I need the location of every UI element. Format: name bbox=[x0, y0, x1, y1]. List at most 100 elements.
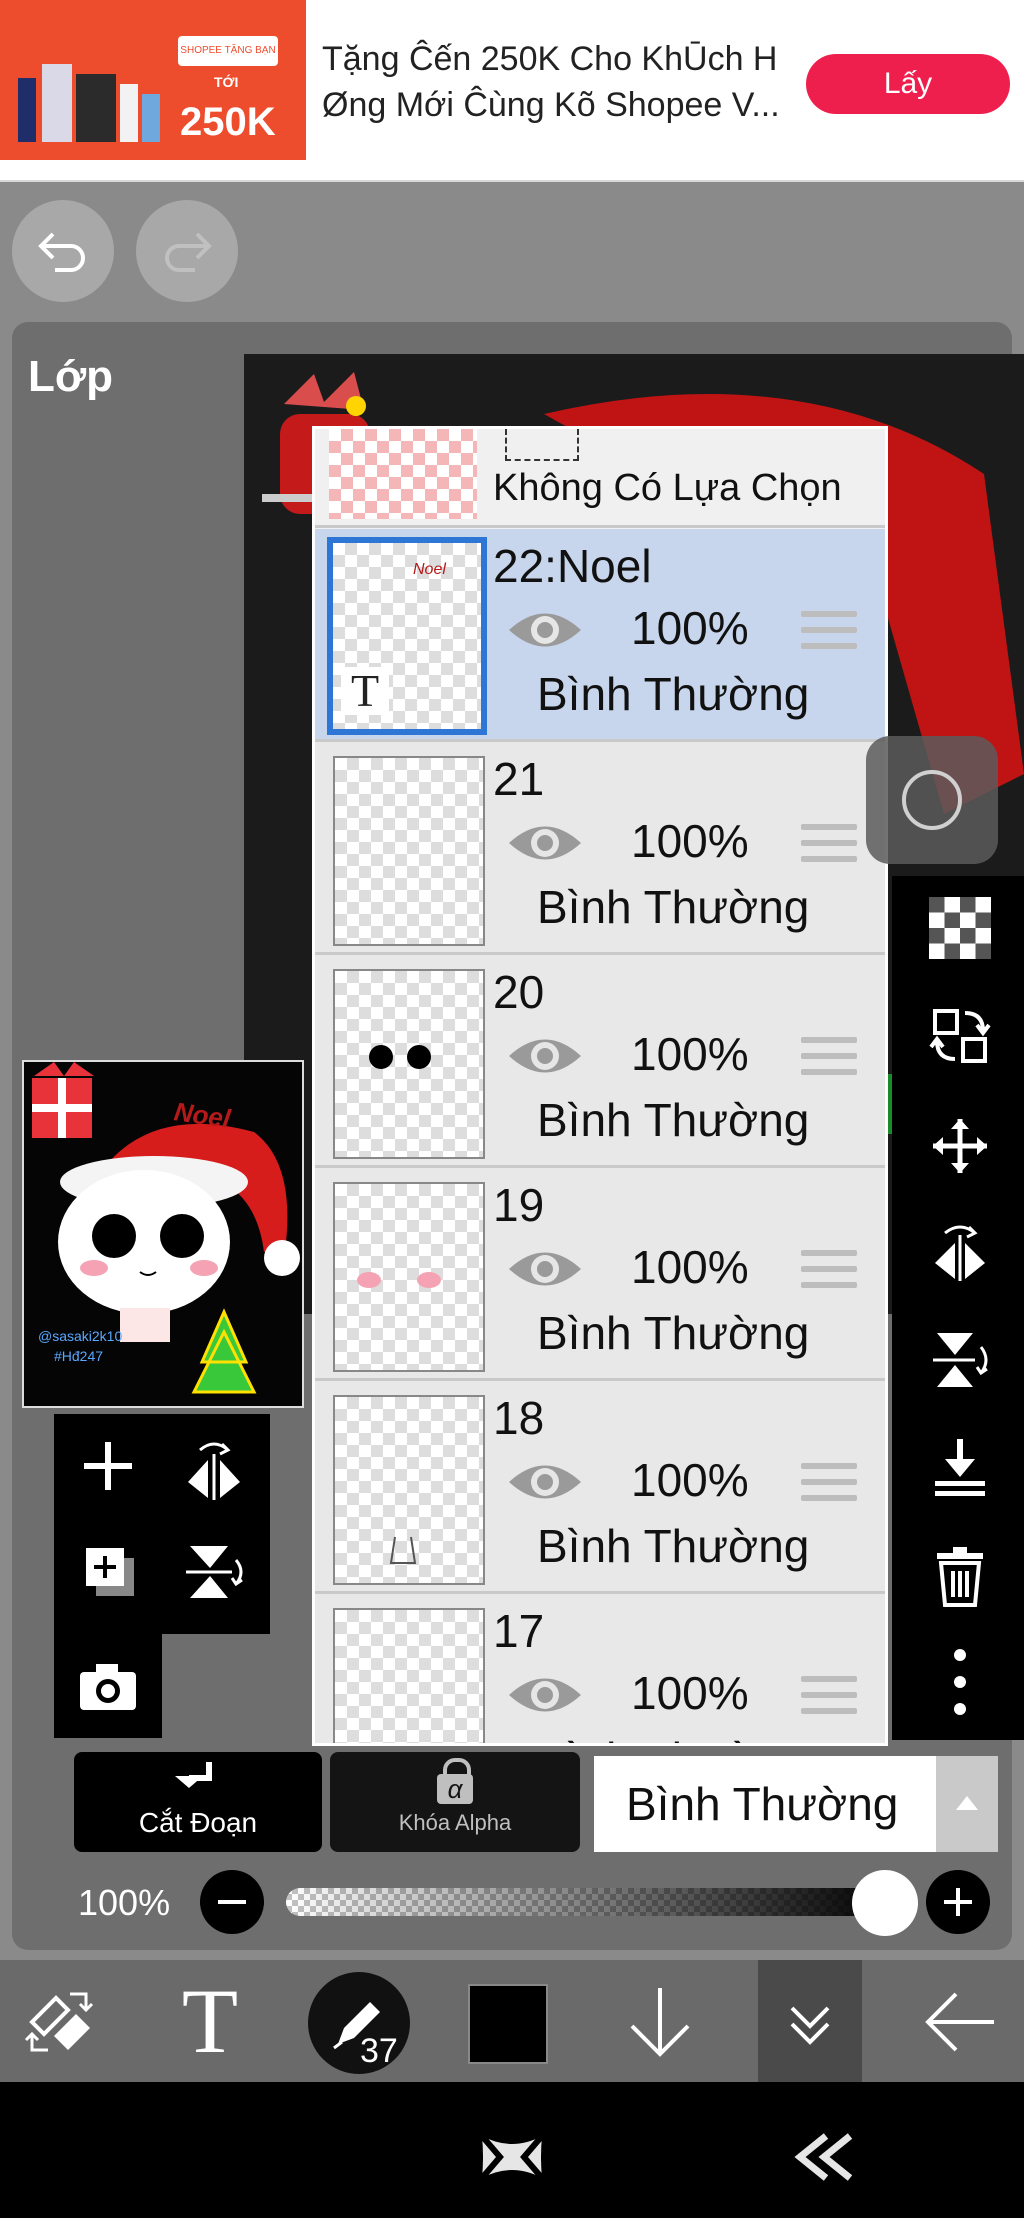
layer-item-21[interactable]: 21 100% Bình Thường bbox=[315, 742, 885, 955]
brush-tool-button[interactable]: 37 bbox=[308, 1972, 410, 2074]
nav-home-button[interactable] bbox=[470, 2122, 554, 2192]
redo-button[interactable] bbox=[136, 200, 238, 302]
preview-credit-1: @sasaki2k10 bbox=[38, 1328, 123, 1344]
floating-tool-button[interactable] bbox=[866, 736, 998, 864]
layers-list[interactable]: Không Có Lựa Chọn Noel T 22:Noel 100% Bì… bbox=[312, 426, 888, 1746]
layer-blend-mode: Bình Thường bbox=[537, 668, 810, 720]
color-swatch-button[interactable] bbox=[468, 1984, 548, 2064]
camera-button[interactable] bbox=[68, 1646, 148, 1726]
visibility-eye-icon[interactable] bbox=[505, 1244, 585, 1294]
nav-back-button[interactable] bbox=[782, 2122, 866, 2192]
layer-thumbnail bbox=[333, 756, 485, 946]
flip-layer-horizontal-button[interactable] bbox=[174, 1426, 254, 1506]
canvas-preview[interactable]: Noel @sasaki2k10 #Hđ247 bbox=[22, 1060, 304, 1408]
alpha-lock-button[interactable]: α Khóa Alpha bbox=[330, 1752, 580, 1852]
transparent-fill-button[interactable] bbox=[914, 888, 1006, 968]
layer-item-18[interactable]: 18 100% Bình Thường bbox=[315, 1381, 885, 1594]
more-vertical-icon bbox=[954, 1649, 966, 1715]
checkerboard-icon bbox=[929, 897, 991, 959]
add-layer-button[interactable] bbox=[68, 1426, 148, 1506]
ad-products-illustration bbox=[14, 54, 164, 146]
alpha-lock-icon: α bbox=[435, 1758, 475, 1806]
layer-down-button[interactable] bbox=[620, 1980, 700, 2064]
merge-down-button[interactable] bbox=[914, 1428, 1006, 1508]
layer-item-22[interactable]: Noel T 22:Noel 100% Bình Thường bbox=[315, 529, 885, 742]
arrow-down-icon bbox=[630, 1988, 690, 2057]
selection-thumbnail bbox=[329, 429, 477, 519]
layer-thumbnail bbox=[333, 1182, 485, 1372]
ad-amount: 250K bbox=[180, 100, 276, 144]
drag-handle-icon[interactable] bbox=[801, 1250, 857, 1296]
clipping-label: Cắt Đoạn bbox=[138, 1807, 258, 1838]
layer-thumbnail: Noel T bbox=[327, 537, 487, 735]
layer-name: 21 bbox=[493, 753, 545, 805]
visibility-eye-icon[interactable] bbox=[505, 1031, 585, 1081]
clipping-button[interactable]: Cắt Đoạn bbox=[74, 1752, 322, 1852]
layer-opacity: 100% bbox=[631, 1028, 749, 1080]
ad-image[interactable]: SHOPEE TẶNG BẠN MỚI TỚI 250K bbox=[0, 0, 306, 160]
layer-thumbnail bbox=[333, 1395, 485, 1585]
duplicate-layer-button[interactable] bbox=[68, 1532, 148, 1612]
visibility-eye-icon[interactable] bbox=[505, 1457, 585, 1507]
opacity-slider-handle[interactable] bbox=[852, 1870, 918, 1936]
swap-layer-button[interactable] bbox=[914, 996, 1006, 1076]
layer-thumbnail bbox=[333, 969, 485, 1159]
selection-layer[interactable]: Không Có Lựa Chọn bbox=[315, 429, 885, 528]
undo-button[interactable] bbox=[12, 200, 114, 302]
transform-tool-button[interactable] bbox=[18, 1980, 102, 2064]
more-options-button[interactable] bbox=[914, 1642, 1006, 1722]
plus-icon bbox=[84, 1442, 132, 1490]
layer-blend-mode: Bình Thường bbox=[537, 1520, 810, 1572]
visibility-eye-icon[interactable] bbox=[505, 605, 585, 655]
drag-handle-icon[interactable] bbox=[801, 1676, 857, 1722]
ad-get-button[interactable]: Lấy bbox=[806, 54, 1010, 114]
layer-opacity: 100% bbox=[631, 1241, 749, 1293]
flip-horizontal-button[interactable] bbox=[914, 1212, 1006, 1292]
ad-brand: SHOPEE TẶNG BẠN MỚI bbox=[178, 36, 278, 86]
layer-blend-mode: Bình Thường bbox=[537, 1094, 810, 1146]
blend-mode-dropdown-button[interactable] bbox=[936, 1756, 998, 1852]
layer-opacity: 100% bbox=[631, 1454, 749, 1506]
text-tool-button[interactable]: T bbox=[168, 1974, 252, 2068]
opacity-slider[interactable] bbox=[286, 1888, 892, 1916]
layer-item-19[interactable]: 19 100% Bình Thường bbox=[315, 1168, 885, 1381]
drag-handle-icon[interactable] bbox=[801, 611, 857, 657]
layer-name: 22:Noel bbox=[493, 540, 652, 592]
visibility-eye-icon[interactable] bbox=[505, 818, 585, 868]
body-thumbnail-art bbox=[389, 1536, 417, 1564]
drag-handle-icon[interactable] bbox=[801, 1463, 857, 1509]
layer-item-17[interactable]: 17 100% Bình Thường bbox=[315, 1594, 885, 1743]
drag-handle-icon[interactable] bbox=[801, 1037, 857, 1083]
blush-thumbnail-art bbox=[357, 1272, 441, 1288]
blend-mode-select[interactable]: Bình Thường bbox=[594, 1756, 936, 1852]
double-chevron-down-icon bbox=[790, 2006, 830, 2045]
flip-vertical-button[interactable] bbox=[914, 1320, 1006, 1400]
opacity-decrease-button[interactable] bbox=[200, 1870, 264, 1934]
opacity-value: 100% bbox=[78, 1882, 171, 1923]
undo-icon bbox=[38, 232, 85, 272]
move-button[interactable] bbox=[914, 1106, 1006, 1186]
flip-vertical-icon bbox=[186, 1546, 243, 1598]
caret-up-icon bbox=[956, 1796, 978, 1810]
layer-name: 18 bbox=[493, 1392, 545, 1444]
visibility-eye-icon[interactable] bbox=[505, 1670, 585, 1720]
arrow-left-icon bbox=[925, 1992, 994, 2052]
swap-icon bbox=[929, 1009, 991, 1063]
ad-text[interactable]: Tặng Ĉến 250K Cho KhŪch H Øng Mới Ĉùng K… bbox=[322, 36, 792, 128]
brush-size: 37 bbox=[360, 2032, 398, 2070]
add-copy-icon bbox=[86, 1548, 134, 1596]
layer-blend-mode: Bình Thường bbox=[537, 1732, 809, 1743]
back-button[interactable] bbox=[918, 1980, 1002, 2064]
opacity-increase-button[interactable] bbox=[926, 1870, 990, 1934]
delete-layer-button[interactable] bbox=[914, 1536, 1006, 1616]
flip-horizontal-icon bbox=[935, 1225, 985, 1281]
flip-vertical-icon bbox=[933, 1333, 988, 1387]
layer-panel-toggle-button[interactable] bbox=[758, 1960, 862, 2082]
layer-item-20[interactable]: 20 100% Bình Thường bbox=[315, 955, 885, 1168]
layer-blend-mode: Bình Thường bbox=[537, 1307, 810, 1359]
ad-banner[interactable]: SHOPEE TẶNG BẠN MỚI TỚI 250K Tặng Ĉến 25… bbox=[0, 0, 1024, 182]
flip-layer-vertical-button[interactable] bbox=[174, 1532, 254, 1612]
drag-handle-icon[interactable] bbox=[801, 824, 857, 870]
merge-down-icon bbox=[935, 1439, 985, 1496]
layer-name: 20 bbox=[493, 966, 545, 1018]
